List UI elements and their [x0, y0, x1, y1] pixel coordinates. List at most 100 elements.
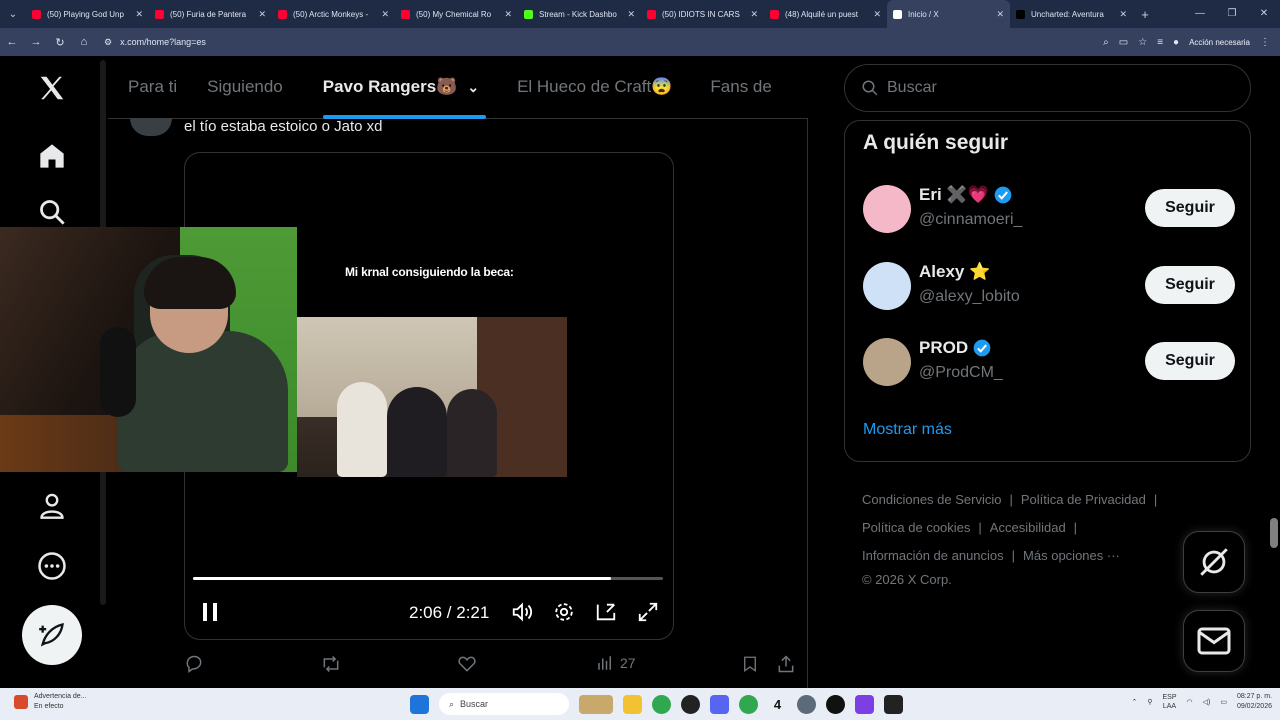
more-nav-icon[interactable]	[30, 544, 74, 588]
profile-nav-icon[interactable]	[30, 484, 74, 528]
volume-icon[interactable]	[509, 597, 535, 627]
reload-icon[interactable]: ↻	[48, 36, 72, 49]
compose-post-button[interactable]	[22, 605, 82, 665]
taskbar-clock[interactable]: 08:27 p. m. 09/02/2026	[1237, 692, 1272, 712]
media-control-icon[interactable]: ≡	[1157, 37, 1163, 48]
wifi-icon[interactable]: ◠	[1187, 698, 1193, 706]
avatar[interactable]	[863, 185, 911, 233]
back-icon[interactable]: ←	[0, 36, 24, 48]
suggested-user[interactable]: Alexy ⭐ @alexy_lobito Seguir	[863, 262, 1235, 314]
weather-widget[interactable]: Advertencia de... En efecto	[14, 692, 87, 712]
minimize-icon[interactable]: —	[1184, 0, 1216, 28]
fullscreen-icon[interactable]	[635, 597, 661, 627]
x-logo-icon[interactable]	[30, 66, 74, 110]
like-icon[interactable]	[457, 654, 477, 674]
address-bar[interactable]: ⚙ x.com/home?lang=es	[96, 32, 1103, 52]
tab-fans-de[interactable]: Fans de	[692, 56, 791, 119]
search-input[interactable]: Buscar	[844, 64, 1251, 112]
maximize-icon[interactable]: ❐	[1216, 0, 1248, 28]
follow-button[interactable]: Seguir	[1145, 189, 1235, 227]
tab-close-icon[interactable]: ✕	[381, 9, 389, 20]
suggested-user[interactable]: PROD @ProdCM_ Seguir	[863, 338, 1235, 390]
pause-icon[interactable]	[197, 597, 223, 627]
forward-icon[interactable]: →	[24, 36, 48, 48]
accessibility-link[interactable]: Accesibilidad	[990, 514, 1066, 542]
browser-tab[interactable]: (50) Furia de Pantera ✕	[149, 0, 272, 28]
more-options-link[interactable]: Más opciones ···	[1023, 542, 1120, 570]
tab-search-icon[interactable]: ⌄	[0, 0, 26, 28]
grok-button[interactable]	[1183, 531, 1245, 593]
privacy-link[interactable]: Política de Privacidad	[1021, 486, 1146, 514]
cookies-link[interactable]: Política de cookies	[862, 514, 970, 542]
tab-el-hueco-de-craft[interactable]: El Hueco de Craft😨	[499, 56, 692, 119]
home-nav-icon[interactable]	[30, 134, 74, 178]
browser-tab[interactable]: Inicio / X ✕	[887, 0, 1010, 28]
show-more-link[interactable]: Mostrar más	[863, 421, 952, 439]
home-icon[interactable]: ⌂	[72, 36, 96, 48]
browser-menu-icon[interactable]: ⋮	[1260, 37, 1270, 48]
discord-icon[interactable]	[710, 694, 729, 714]
settings-gear-icon[interactable]	[551, 597, 577, 627]
close-window-icon[interactable]: ✕	[1248, 0, 1280, 28]
browser-tab[interactable]: (50) IDIOTS IN CARS ✕	[641, 0, 764, 28]
browser-tab[interactable]: (50) My Chemical Ro ✕	[395, 0, 518, 28]
app-four-icon[interactable]: 4	[768, 694, 787, 714]
follow-button[interactable]: Seguir	[1145, 342, 1235, 380]
epic-games-icon[interactable]	[884, 694, 903, 714]
language-indicator[interactable]: ESP LAA	[1162, 693, 1176, 711]
tray-chevron-icon[interactable]: ⌃	[1131, 698, 1137, 706]
browser-tab[interactable]: Uncharted: Aventura ✕	[1010, 0, 1133, 28]
tab-close-icon[interactable]: ✕	[504, 9, 512, 20]
bookmark-star-icon[interactable]: ☆	[1138, 37, 1147, 48]
tray-usb-icon[interactable]: ⚲	[1147, 698, 1152, 706]
chevron-down-icon[interactable]: ⌄	[467, 79, 479, 96]
tab-close-icon[interactable]: ✕	[627, 9, 635, 20]
browser-tab[interactable]: (50) Playing God Unp ✕	[26, 0, 149, 28]
windows-start-icon[interactable]	[410, 694, 429, 714]
new-tab-icon[interactable]: +	[1133, 7, 1157, 22]
tab-close-icon[interactable]: ✕	[873, 9, 881, 20]
user-name[interactable]: Eri ✖️💗	[919, 185, 1013, 205]
obs-icon[interactable]	[826, 694, 845, 714]
video-progress-bar[interactable]	[193, 577, 663, 580]
terms-link[interactable]: Condiciones de Servicio	[862, 486, 1001, 514]
chrome-icon[interactable]	[652, 694, 671, 714]
site-info-icon[interactable]: ⚙	[104, 37, 112, 48]
chrome-profile-icon[interactable]	[739, 694, 758, 714]
views-stat[interactable]: 27	[596, 654, 636, 672]
speaker-icon[interactable]: ◁)	[1203, 698, 1211, 706]
zoom-icon[interactable]: ⌕	[1103, 37, 1109, 48]
scrollbar-thumb[interactable]	[1270, 518, 1278, 548]
bookmark-icon[interactable]	[741, 654, 759, 674]
tab-close-icon[interactable]: ✕	[996, 9, 1004, 20]
profile-icon[interactable]: ●	[1173, 37, 1179, 48]
avatar[interactable]	[863, 262, 911, 310]
widgets-icon[interactable]	[579, 694, 613, 714]
tab-close-icon[interactable]: ✕	[258, 9, 266, 20]
user-name[interactable]: PROD	[919, 338, 992, 358]
tab-close-icon[interactable]: ✕	[135, 9, 143, 20]
install-app-icon[interactable]: ▭	[1119, 37, 1128, 48]
tab-close-icon[interactable]: ✕	[750, 9, 758, 20]
tab-siguiendo[interactable]: Siguiendo	[197, 56, 303, 119]
github-icon[interactable]	[681, 694, 700, 714]
page-scrollbar[interactable]	[1270, 60, 1278, 684]
repost-icon[interactable]	[320, 654, 342, 674]
follow-button[interactable]: Seguir	[1145, 266, 1235, 304]
avatar[interactable]	[863, 338, 911, 386]
action-needed-button[interactable]: Acción necesaria	[1189, 38, 1250, 47]
share-icon[interactable]	[776, 654, 796, 674]
browser-tab[interactable]: (50) Arctic Monkeys - ✕	[272, 0, 395, 28]
suggested-user[interactable]: Eri ✖️💗 @cinnamoeri_ Seguir	[863, 185, 1235, 237]
tab-pavo-rangers[interactable]: Pavo Rangers🐻 ⌄	[303, 56, 499, 119]
user-name[interactable]: Alexy ⭐	[919, 262, 990, 282]
tab-close-icon[interactable]: ✕	[1119, 9, 1127, 20]
tweet-author-avatar[interactable]	[130, 118, 172, 136]
browser-tab[interactable]: Stream - Kick Dashbo ✕	[518, 0, 641, 28]
pip-icon[interactable]	[593, 597, 619, 627]
ads-info-link[interactable]: Información de anuncios	[862, 542, 1004, 570]
browser-tab[interactable]: (48) Alquilé un puest ✕	[764, 0, 887, 28]
messages-button[interactable]	[1183, 610, 1245, 672]
taskbar-search[interactable]: ⌕ Buscar	[439, 693, 569, 715]
settings-icon[interactable]	[797, 694, 816, 714]
